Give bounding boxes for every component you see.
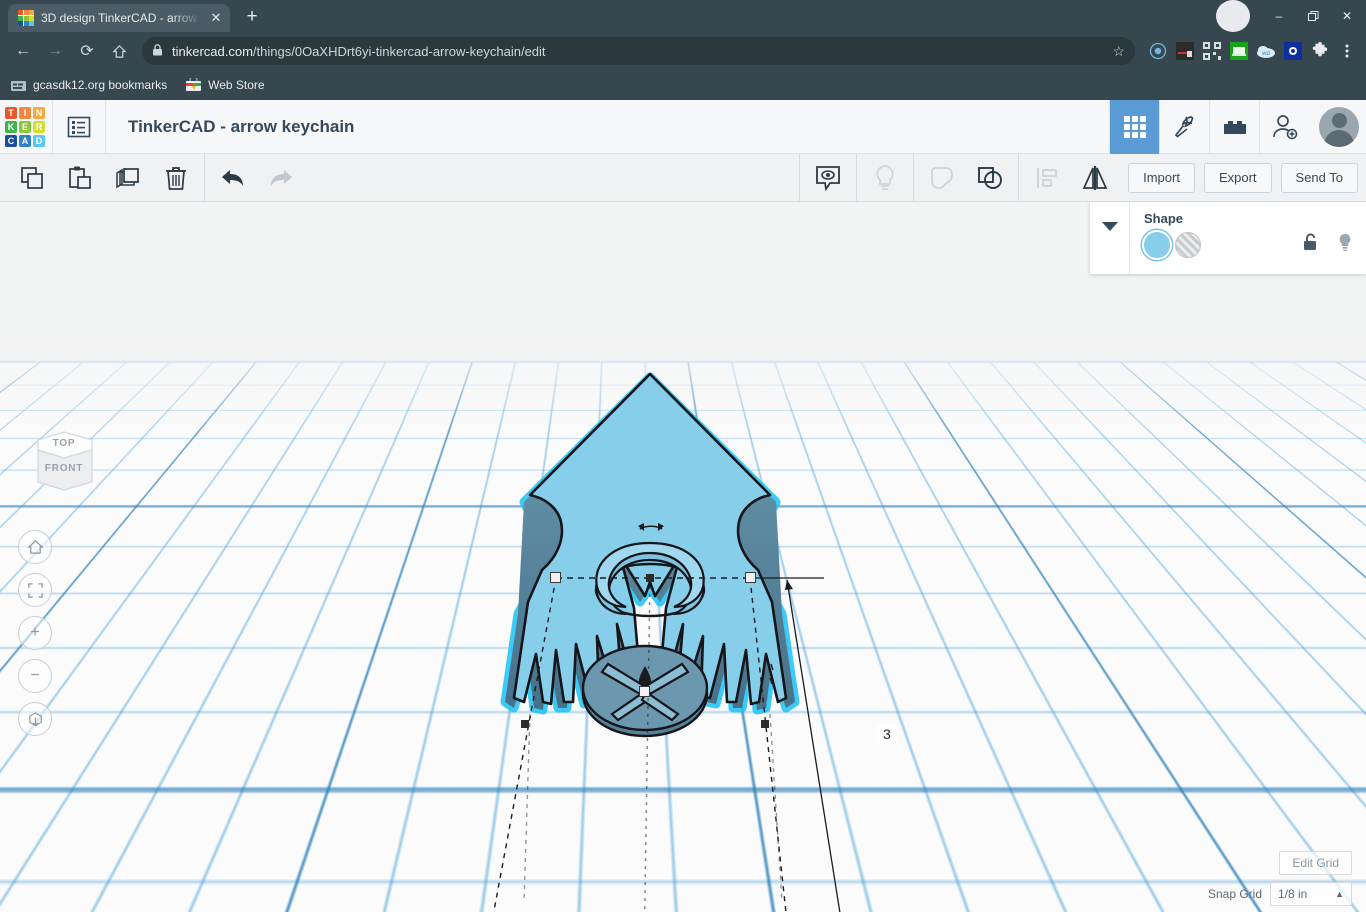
snap-grid-value: 1/8 in — [1278, 887, 1307, 901]
tab-title: 3D design TinkerCAD - arrow key — [41, 11, 201, 25]
undo-arrow-icon[interactable] — [209, 158, 257, 198]
ungroup-shapes-icon[interactable] — [966, 158, 1014, 198]
folder-icon — [10, 77, 26, 93]
caret-up-icon: ▲ — [1335, 889, 1344, 899]
logo-tile-t: T — [5, 107, 17, 119]
resize-handle-mid-left[interactable] — [521, 720, 529, 728]
logo-tile-d: D — [33, 135, 45, 147]
bookmark-item-gcasdk12[interactable]: gcasdk12.org bookmarks — [10, 77, 167, 93]
edit-grid-button[interactable]: Edit Grid — [1279, 851, 1352, 875]
snap-grid-select[interactable]: 1/8 in ▲ — [1270, 882, 1352, 906]
minimize-button[interactable]: – — [1262, 0, 1296, 32]
profile-chip-icon[interactable]: ▼ — [1216, 0, 1250, 32]
url-bar-row: ← → ⟳ tinkercad.com/things/0OaXHDrt6yi-t… — [0, 32, 1366, 70]
snap-grid-row: Snap Grid 1/8 in ▲ — [1208, 882, 1352, 906]
close-window-button[interactable]: ✕ — [1330, 0, 1364, 32]
resize-handle-top-right[interactable] — [745, 572, 756, 583]
height-handle-center[interactable] — [639, 686, 650, 697]
user-avatar[interactable] — [1319, 107, 1359, 147]
logo-tile-r: R — [33, 121, 45, 133]
toolbar-divider — [1018, 154, 1019, 202]
lightbulb-icon[interactable] — [861, 158, 909, 198]
send-to-button[interactable]: Send To — [1281, 163, 1358, 193]
tinkercad-favicon — [18, 10, 34, 26]
svg-text:wd: wd — [1261, 51, 1270, 57]
logo-tile-e: E — [19, 121, 31, 133]
extension-icons: wd — [1143, 40, 1358, 62]
bookmarks-bar: gcasdk12.org bookmarks Web Store — [0, 70, 1366, 100]
url-path: /things/0OaXHDrt6yi-tinkercad-arrow-keyc… — [253, 44, 546, 59]
copy-button[interactable] — [8, 158, 56, 198]
bookmark-label: gcasdk12.org bookmarks — [33, 78, 167, 92]
mirror-icon[interactable] — [1071, 158, 1119, 198]
url-domain: tinkercad.com — [172, 44, 253, 59]
qr-code-extension-icon[interactable] — [1201, 40, 1223, 62]
menu-list-icon[interactable] — [52, 100, 106, 154]
new-tab-button[interactable]: + — [238, 4, 266, 32]
snap-grid-label: Snap Grid — [1208, 887, 1262, 901]
reload-button[interactable]: ⟳ — [72, 36, 102, 66]
invite-person-icon[interactable] — [1259, 100, 1309, 154]
duplicate-button[interactable] — [104, 158, 152, 198]
puzzle-extensions-icon[interactable] — [1309, 40, 1331, 62]
record-extension-icon[interactable] — [1147, 40, 1169, 62]
chrome-menu-icon[interactable] — [1336, 40, 1358, 62]
blue-diamond-extension-icon[interactable] — [1282, 40, 1304, 62]
blocks-brick-icon[interactable] — [1209, 100, 1259, 154]
green-note-extension-icon[interactable] — [1228, 40, 1250, 62]
grid-controls: Edit Grid Snap Grid 1/8 in ▲ — [1208, 851, 1352, 906]
maximize-button[interactable] — [1296, 0, 1330, 32]
redo-arrow-icon[interactable] — [257, 158, 305, 198]
toolbar-divider — [204, 154, 205, 202]
toolbar-divider — [913, 154, 914, 202]
note-eye-icon[interactable] — [804, 158, 852, 198]
close-tab-icon[interactable]: ✕ — [208, 10, 224, 26]
window-controls: ▼ – ✕ — [1216, 0, 1366, 32]
screenshot-extension-icon[interactable] — [1174, 40, 1196, 62]
group-shape-icon[interactable] — [918, 158, 966, 198]
toolbar-divider — [799, 154, 800, 202]
logo-tile-n: N — [33, 107, 45, 119]
resize-handle-mid-right[interactable] — [761, 720, 769, 728]
address-bar[interactable]: tinkercad.com/things/0OaXHDrt6yi-tinkerc… — [142, 37, 1135, 65]
logo-tile-k: K — [5, 121, 17, 133]
toolbar-divider — [856, 154, 857, 202]
forward-button[interactable]: → — [40, 36, 70, 66]
browser-chrome: 3D design TinkerCAD - arrow key ✕ + ▼ – … — [0, 0, 1366, 100]
lock-icon — [152, 44, 163, 59]
tab-strip: 3D design TinkerCAD - arrow key ✕ + ▼ – … — [0, 0, 1366, 32]
header-icon-group — [1109, 100, 1309, 154]
cloud-word-extension-icon[interactable]: wd — [1255, 40, 1277, 62]
model-overlay: 3 1.354 — [0, 202, 1366, 912]
export-button[interactable]: Export — [1204, 163, 1272, 193]
logo-tile-i: I — [19, 107, 31, 119]
import-button[interactable]: Import — [1128, 163, 1195, 193]
trash-icon[interactable] — [152, 158, 200, 198]
browser-tab[interactable]: 3D design TinkerCAD - arrow key ✕ — [8, 4, 230, 32]
page-title: TinkerCAD - arrow keychain — [106, 117, 1109, 137]
resize-handle-top-left[interactable] — [550, 572, 561, 583]
logo-tile-c: C — [5, 135, 17, 147]
height-dimension-label[interactable]: 3 — [877, 724, 897, 744]
bookmark-item-web-store[interactable]: Web Store — [185, 77, 264, 93]
3d-canvas[interactable]: TOP FRONT + − Shape — [0, 202, 1366, 912]
bookmark-star-icon[interactable]: ☆ — [1112, 43, 1125, 60]
address-bar-url: tinkercad.com/things/0OaXHDrt6yi-tinkerc… — [172, 44, 546, 59]
grid-apps-icon[interactable] — [1109, 100, 1159, 154]
tinkercad-logo[interactable]: T I N K E R C A D — [2, 104, 48, 150]
edit-toolbar: Import Export Send To — [0, 154, 1366, 202]
bookmark-label: Web Store — [208, 78, 264, 92]
codeblocks-pickaxe-icon[interactable] — [1159, 100, 1209, 154]
tinkercad-header: T I N K E R C A D TinkerCAD - arrow keyc… — [0, 100, 1366, 154]
paste-button[interactable] — [56, 158, 104, 198]
back-button[interactable]: ← — [8, 36, 38, 66]
align-icon[interactable] — [1023, 158, 1071, 198]
web-store-icon — [185, 77, 201, 93]
logo-tile-a: A — [19, 135, 31, 147]
resize-handle-top-center[interactable] — [646, 574, 654, 582]
home-button[interactable] — [104, 36, 134, 66]
